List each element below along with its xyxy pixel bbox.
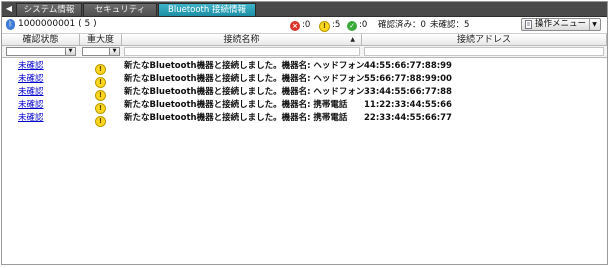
menu-icon xyxy=(525,20,532,29)
table-row[interactable]: 未確認 ! 新たなBluetooth機器と接続しました。機器名: 携帯電話 22… xyxy=(2,112,607,127)
warning-icon: ! xyxy=(95,114,108,127)
unconfirmed-count: 未確認：5 xyxy=(430,20,470,30)
column-header-severity[interactable]: 重大度 xyxy=(80,34,122,46)
connection-name: 新たなBluetooth機器と接続しました。機器名: 携帯電話 xyxy=(124,113,348,123)
address-filter-input[interactable] xyxy=(364,47,604,56)
tab-security[interactable]: セキュリティ xyxy=(83,3,157,16)
error-count: ×:0 xyxy=(290,19,310,31)
connection-address: 55:66:77:88:99:00 xyxy=(364,74,452,84)
warning-count-value: :5 xyxy=(332,20,341,30)
chevron-down-icon[interactable]: ▼ xyxy=(65,48,75,55)
connection-table: 確認状態 重大度 接続名称 ▲ 接続アドレス ▼ ▼ 未確認 ! 新たなBlue… xyxy=(2,34,607,264)
device-label: 1000000001 ( 5 ) xyxy=(18,19,97,29)
sort-ascending-icon: ▲ xyxy=(350,36,355,43)
chevron-down-icon[interactable]: ▼ xyxy=(109,48,119,55)
connection-name: 新たなBluetooth機器と接続しました。機器名: ヘッドフォン xyxy=(124,87,365,97)
tab-system-info[interactable]: システム情報 xyxy=(16,3,82,16)
status-link[interactable]: 未確認 xyxy=(18,99,44,112)
connection-name: 新たなBluetooth機器と接続しました。機器名: ヘッドフォン xyxy=(124,61,365,71)
status-link[interactable]: 未確認 xyxy=(18,112,44,125)
severity-filter-select[interactable]: ▼ xyxy=(82,47,120,56)
scroll-left-icon[interactable]: ◀ xyxy=(4,4,14,14)
connection-address: 22:33:44:55:66:77 xyxy=(364,113,452,123)
connection-name: 新たなBluetooth機器と接続しました。機器名: 携帯電話 xyxy=(124,100,348,110)
tab-bluetooth-info[interactable]: Bluetooth 接続情報 xyxy=(158,3,256,16)
warning-count: !:5 xyxy=(319,19,341,32)
connection-name: 新たなBluetooth機器と接続しました。機器名: ヘッドフォン xyxy=(124,74,365,84)
main-window: ◀ システム情報 セキュリティ Bluetooth 接続情報 ᛒ 1000000… xyxy=(1,1,608,265)
bluetooth-icon: ᛒ xyxy=(6,19,15,30)
column-header-address[interactable]: 接続アドレス xyxy=(362,34,607,46)
table-row[interactable]: 未確認 ! 新たなBluetooth機器と接続しました。機器名: ヘッドフォン … xyxy=(2,73,607,88)
name-filter-input[interactable] xyxy=(124,47,360,56)
operation-menu-button[interactable]: 操作メニュー ▼ xyxy=(521,18,601,31)
error-count-value: :0 xyxy=(302,20,311,30)
confirmed-count: 確認済み：0 xyxy=(378,20,426,30)
ok-count-value: :0 xyxy=(359,20,368,30)
tab-bar: ◀ システム情報 セキュリティ Bluetooth 接続情報 xyxy=(2,2,607,17)
error-icon: × xyxy=(290,21,300,31)
info-row: ᛒ 1000000001 ( 5 ) ×:0 !:5 ✓:0 確認済み：0 未確… xyxy=(2,17,607,34)
operation-menu-label: 操作メニュー xyxy=(535,19,587,29)
check-icon: ✓ xyxy=(347,21,357,31)
connection-address: 33:44:55:66:77:88 xyxy=(364,87,452,97)
column-header-status[interactable]: 確認状態 xyxy=(2,34,80,46)
table-row[interactable]: 未確認 ! 新たなBluetooth機器と接続しました。機器名: ヘッドフォン … xyxy=(2,60,607,75)
filter-row: ▼ ▼ xyxy=(2,46,607,58)
status-link[interactable]: 未確認 xyxy=(18,60,44,73)
ok-count: ✓:0 xyxy=(347,19,367,31)
table-row[interactable]: 未確認 ! 新たなBluetooth機器と接続しました。機器名: 携帯電話 11… xyxy=(2,99,607,114)
connection-address: 44:55:66:77:88:99 xyxy=(364,61,452,71)
warning-icon: ! xyxy=(319,21,330,32)
table-row[interactable]: 未確認 ! 新たなBluetooth機器と接続しました。機器名: ヘッドフォン … xyxy=(2,86,607,101)
connection-address: 11:22:33:44:55:66 xyxy=(364,100,452,110)
status-link[interactable]: 未確認 xyxy=(18,73,44,86)
status-link[interactable]: 未確認 xyxy=(18,86,44,99)
column-header-name[interactable]: 接続名称 ▲ xyxy=(122,34,362,46)
column-header-name-label: 接続名称 xyxy=(223,35,260,45)
status-filter-select[interactable]: ▼ xyxy=(6,47,76,56)
chevron-down-icon[interactable]: ▼ xyxy=(589,19,599,30)
